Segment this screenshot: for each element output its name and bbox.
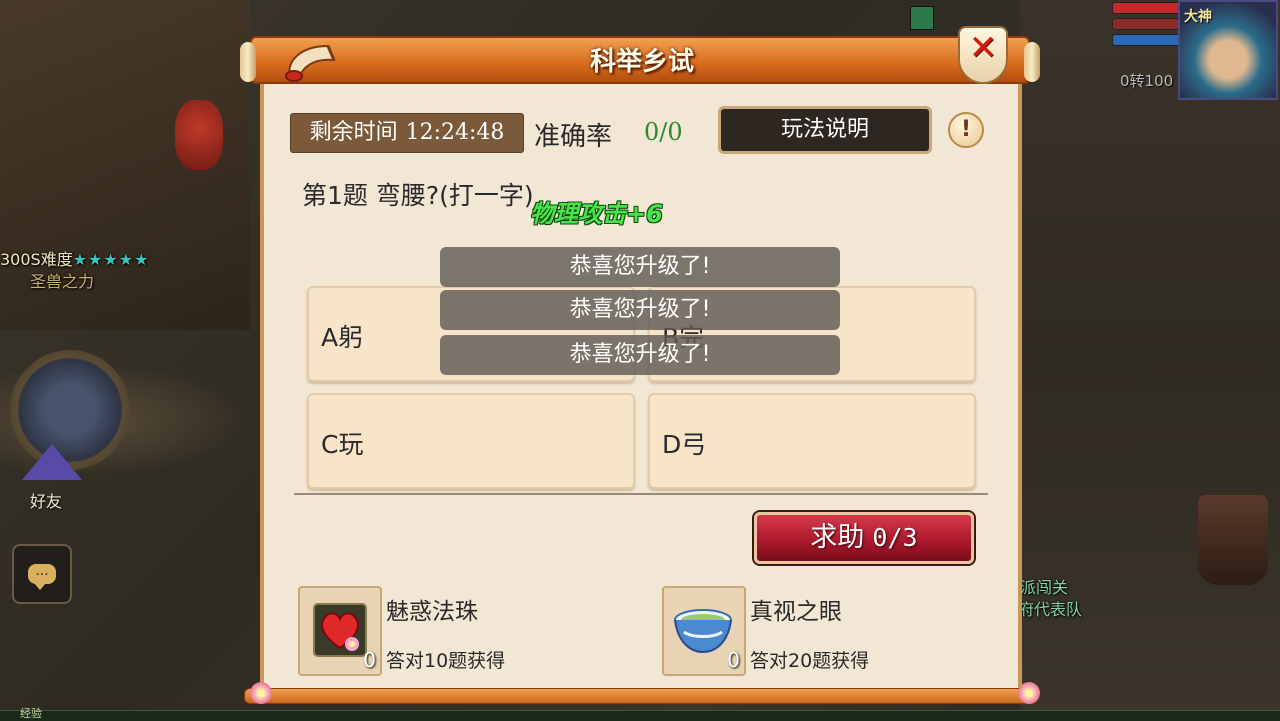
red-lantern	[175, 100, 223, 170]
option-label: A躬	[321, 323, 364, 352]
straw-hat-icon	[22, 444, 82, 480]
status-icon[interactable]	[910, 6, 934, 30]
soup-bowl-icon	[674, 609, 732, 654]
reward-desc: 答对20题获得	[750, 650, 870, 672]
option-d[interactable]: D弓	[648, 393, 976, 489]
flower-decoration	[1018, 682, 1040, 704]
reward-count: 0	[363, 648, 376, 672]
section-divider	[294, 493, 988, 495]
level-up-toast: 恭喜您升级了!	[440, 247, 840, 287]
ask-help-button[interactable]: 求助 0/3	[754, 512, 974, 564]
close-icon: ✕	[968, 28, 998, 68]
timer-label: 剩余时间	[309, 120, 398, 145]
difficulty-stars: ★★★★★	[72, 250, 150, 269]
friends-button[interactable]: 好友	[14, 444, 90, 518]
level-up-toast: 恭喜您升级了!	[440, 290, 840, 330]
dialog-header: 科举乡试	[240, 36, 1040, 84]
timer-value: 12:24:48	[405, 120, 505, 145]
player-title: 大神	[1184, 9, 1212, 25]
rules-button[interactable]: 玩法说明	[718, 106, 932, 154]
mp-bar	[1112, 34, 1182, 46]
heart-orb-icon	[313, 603, 367, 657]
reward-name: 真视之眼	[750, 599, 842, 625]
accuracy-value: 0/0	[644, 118, 683, 146]
boss-difficulty: 300S难度★★★★★	[0, 250, 150, 269]
chat-button[interactable]: ...	[12, 544, 72, 604]
accuracy-label: 准确率	[534, 122, 613, 152]
close-button[interactable]: ✕	[958, 26, 1008, 84]
exp-bar	[0, 710, 1280, 721]
dialog-footer-bar	[244, 688, 1038, 704]
rage-bar	[1112, 18, 1182, 30]
reward-desc: 答对10题获得	[386, 650, 506, 672]
question-text: 第1题 弯腰?(打一字)	[302, 181, 534, 210]
reward-item-slot[interactable]: 0	[298, 586, 382, 676]
buff-popup-text: 物理攻击+6	[530, 200, 663, 228]
hp-bar	[1112, 2, 1182, 14]
help-button-label: 求助	[810, 522, 865, 553]
friends-label: 好友	[30, 492, 63, 511]
level-up-toast: 恭喜您升级了!	[440, 335, 840, 375]
player-status-bars	[1112, 2, 1182, 50]
option-c[interactable]: C玩	[307, 393, 635, 489]
flower-decoration	[250, 682, 272, 704]
boss-name: 圣兽之力	[30, 272, 95, 291]
option-label: D弓	[662, 430, 707, 459]
reward-count: 0	[727, 648, 740, 672]
player-level: 0转100	[1120, 72, 1174, 90]
player-avatar[interactable]: 大神	[1178, 0, 1278, 100]
info-icon[interactable]: !	[948, 112, 984, 148]
dialog-title: 科举乡试	[589, 47, 694, 77]
chat-bubble-icon: ...	[28, 564, 56, 590]
reward-name: 魅惑法珠	[386, 599, 478, 625]
scene-brazier	[1198, 495, 1268, 585]
exp-label: 经验	[20, 707, 42, 720]
help-button-count: 0/3	[872, 523, 918, 552]
countdown-timer: 剩余时间 12:24:48	[290, 113, 524, 153]
option-label: C玩	[321, 430, 364, 459]
reward-item-slot[interactable]: 0	[662, 586, 746, 676]
